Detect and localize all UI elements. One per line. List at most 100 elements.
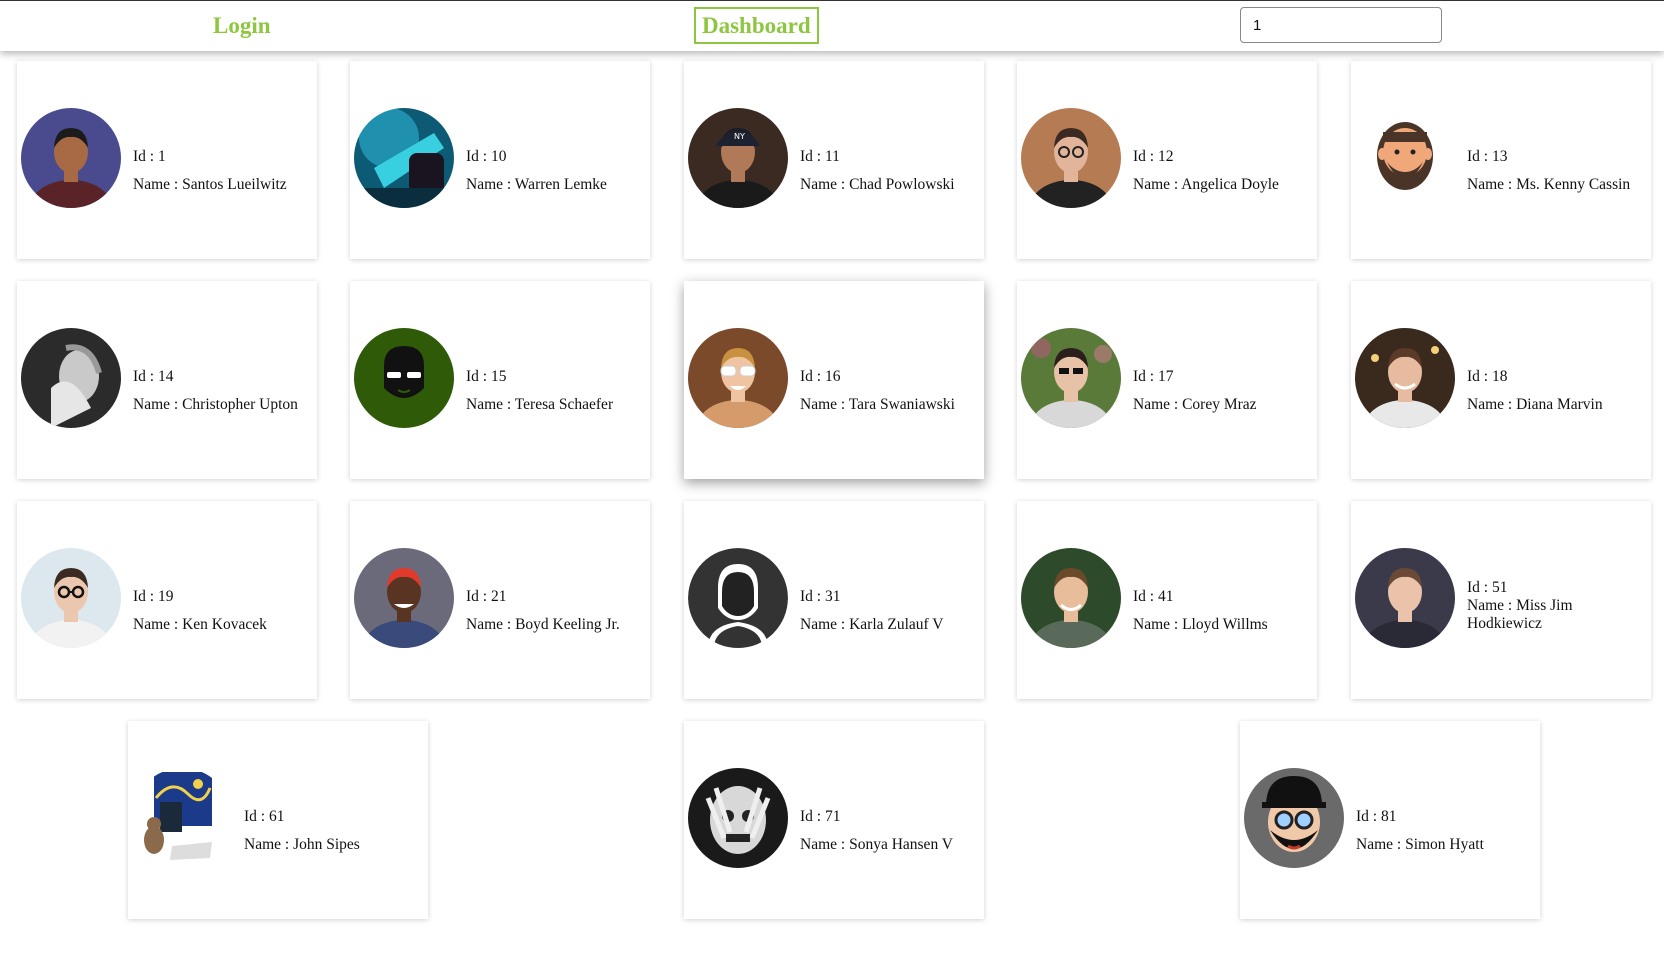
user-info: Id : 18 Name : Diana Marvin xyxy=(1467,363,1647,419)
id-label: Id : xyxy=(800,148,825,165)
id-label: Id : xyxy=(466,368,491,385)
id-value: 31 xyxy=(824,588,841,605)
avatar xyxy=(1021,108,1121,208)
id-label: Id : xyxy=(244,808,269,825)
id-value: 61 xyxy=(268,808,285,825)
avatar xyxy=(1355,108,1455,208)
user-card[interactable]: Id : 61 Name : John Sipes xyxy=(128,721,428,919)
avatar xyxy=(1021,548,1121,648)
user-name: Name : Lloyd Willms xyxy=(1133,611,1313,639)
avatar xyxy=(1244,768,1344,868)
id-label: Id : xyxy=(800,368,825,385)
user-card[interactable]: Id : 18 Name : Diana Marvin xyxy=(1351,281,1651,479)
id-value: 51 xyxy=(1491,579,1508,596)
user-card[interactable]: Id : 16 Name : Tara Swaniawski xyxy=(684,281,984,479)
id-value: 13 xyxy=(1491,148,1508,165)
name-value: Teresa Schaefer xyxy=(514,396,614,413)
user-card[interactable]: Id : 10 Name : Warren Lemke xyxy=(350,61,650,259)
user-card[interactable]: Id : 81 Name : Simon Hyatt xyxy=(1240,721,1540,919)
id-value: 16 xyxy=(824,368,841,385)
user-id: Id : 12 xyxy=(1133,143,1313,171)
name-value: Sonya Hansen V xyxy=(849,836,953,853)
name-value: Tara Swaniawski xyxy=(848,396,955,413)
user-card[interactable]: NY Id : 11 Name : Chad Powlowski xyxy=(684,61,984,259)
name-value: Simon Hyatt xyxy=(1405,836,1484,853)
id-label: Id : xyxy=(1467,368,1492,385)
avatar xyxy=(354,328,454,428)
user-info: Id : 10 Name : Warren Lemke xyxy=(466,143,646,199)
id-label: Id : xyxy=(133,148,158,165)
name-value: Santos Lueilwitz xyxy=(182,176,287,193)
dashboard-link[interactable]: Dashboard xyxy=(694,7,819,44)
name-value: Boyd Keeling Jr. xyxy=(515,616,620,633)
user-info: Id : 1 Name : Santos Lueilwitz xyxy=(133,143,313,199)
user-id: Id : 13 xyxy=(1467,143,1647,171)
user-card[interactable]: Id : 15 Name : Teresa Schaefer xyxy=(350,281,650,479)
user-info: Id : 11 Name : Chad Powlowski xyxy=(800,143,980,199)
id-label: Id : xyxy=(466,148,491,165)
id-value: 41 xyxy=(1157,588,1174,605)
name-value: John Sipes xyxy=(293,836,360,853)
user-name: Name : Warren Lemke xyxy=(466,171,646,199)
login-link[interactable]: Login xyxy=(213,13,271,39)
user-id: Id : 16 xyxy=(800,363,980,391)
user-name: Name : Angelica Doyle xyxy=(1133,171,1313,199)
id-value: 14 xyxy=(157,368,174,385)
user-info: Id : 16 Name : Tara Swaniawski xyxy=(800,363,980,419)
user-card[interactable]: Id : 14 Name : Christopher Upton xyxy=(17,281,317,479)
user-name: Name : Christopher Upton xyxy=(133,391,313,419)
user-card[interactable]: Id : 41 Name : Lloyd Willms xyxy=(1017,501,1317,699)
user-info: Id : 31 Name : Karla Zulauf V xyxy=(800,583,980,639)
name-label: Name : xyxy=(1133,616,1183,633)
user-name: Name : Tara Swaniawski xyxy=(800,391,980,419)
avatar xyxy=(1355,548,1455,648)
user-card[interactable]: Id : 31 Name : Karla Zulauf V xyxy=(684,501,984,699)
avatar xyxy=(354,548,454,648)
name-label: Name : xyxy=(133,396,183,413)
user-card[interactable]: Id : 17 Name : Corey Mraz xyxy=(1017,281,1317,479)
name-label: Name : xyxy=(800,396,849,413)
user-name: Name : Sonya Hansen V xyxy=(800,831,980,859)
id-value: 11 xyxy=(824,148,840,165)
user-info: Id : 14 Name : Christopher Upton xyxy=(133,363,313,419)
id-value: 18 xyxy=(1491,368,1508,385)
name-label: Name : xyxy=(1133,176,1182,193)
user-card[interactable]: Id : 13 Name : Ms. Kenny Cassin xyxy=(1351,61,1651,259)
id-value: 17 xyxy=(1157,368,1174,385)
name-value: Ken Kovacek xyxy=(182,616,267,633)
user-name: Name : Ken Kovacek xyxy=(133,611,313,639)
name-value: Angelica Doyle xyxy=(1181,176,1279,193)
user-card[interactable]: Id : 51 Name : Miss Jim Hodkiewicz xyxy=(1351,501,1651,699)
avatar xyxy=(354,108,454,208)
name-value: Warren Lemke xyxy=(514,176,607,193)
user-id: Id : 31 xyxy=(800,583,980,611)
user-id: Id : 15 xyxy=(466,363,646,391)
user-card[interactable]: Id : 12 Name : Angelica Doyle xyxy=(1017,61,1317,259)
user-card[interactable]: Id : 1 Name : Santos Lueilwitz xyxy=(17,61,317,259)
name-label: Name : xyxy=(1467,396,1517,413)
user-id: Id : 11 xyxy=(800,143,980,171)
id-label: Id : xyxy=(1467,148,1492,165)
user-id: Id : 19 xyxy=(133,583,313,611)
search-input[interactable] xyxy=(1240,7,1442,43)
user-id: Id : 71 xyxy=(800,803,980,831)
name-label: Name : xyxy=(800,176,850,193)
name-value: Lloyd Willms xyxy=(1182,616,1268,633)
user-info: Id : 19 Name : Ken Kovacek xyxy=(133,583,313,639)
user-id: Id : 14 xyxy=(133,363,313,391)
user-info: Id : 21 Name : Boyd Keeling Jr. xyxy=(466,583,646,639)
id-label: Id : xyxy=(1133,588,1158,605)
user-id: Id : 41 xyxy=(1133,583,1313,611)
name-label: Name : xyxy=(1467,597,1517,614)
id-value: 1 xyxy=(157,148,166,165)
user-info: Id : 61 Name : John Sipes xyxy=(244,803,424,859)
user-card[interactable]: Id : 71 Name : Sonya Hansen V xyxy=(684,721,984,919)
user-card[interactable]: Id : 19 Name : Ken Kovacek xyxy=(17,501,317,699)
user-name: Name : Simon Hyatt xyxy=(1356,831,1536,859)
user-card[interactable]: Id : 21 Name : Boyd Keeling Jr. xyxy=(350,501,650,699)
avatar xyxy=(1021,328,1121,428)
name-value: Chad Powlowski xyxy=(849,176,955,193)
top-navbar: Login Dashboard xyxy=(0,0,1664,51)
user-info: Id : 17 Name : Corey Mraz xyxy=(1133,363,1313,419)
user-info: Id : 41 Name : Lloyd Willms xyxy=(1133,583,1313,639)
